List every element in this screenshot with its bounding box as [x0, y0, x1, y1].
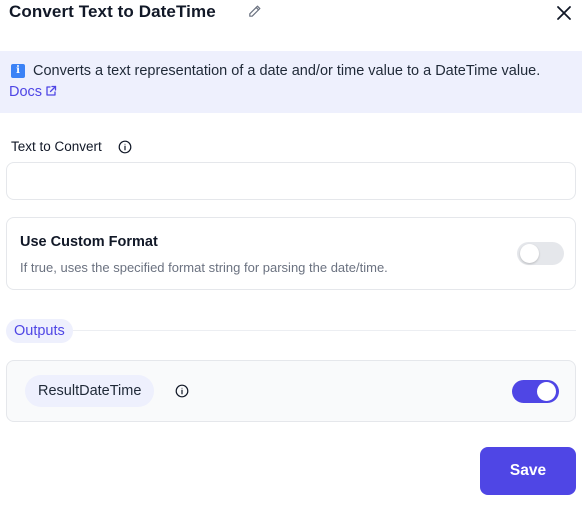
save-button[interactable]: Save — [480, 447, 576, 495]
output-item-card: ResultDateTime — [6, 360, 576, 422]
info-banner-text: Converts a text representation of a date… — [9, 61, 569, 103]
docs-link[interactable]: Docs — [9, 84, 57, 100]
custom-format-description: If true, uses the specified format strin… — [20, 260, 388, 275]
close-icon[interactable] — [555, 4, 573, 22]
text-to-convert-label: Text to Convert — [11, 139, 102, 154]
pencil-icon[interactable] — [247, 4, 262, 19]
info-description: Converts a text representation of a date… — [33, 63, 541, 79]
info-circle-icon[interactable] — [118, 140, 132, 154]
external-link-icon — [46, 85, 57, 96]
outputs-section-label: Outputs — [6, 319, 73, 343]
custom-format-card: Use Custom Format If true, uses the spec… — [6, 217, 576, 290]
output-variable-chip[interactable]: ResultDateTime — [25, 375, 155, 407]
docs-link-label: Docs — [9, 84, 43, 100]
toggle-knob — [520, 244, 539, 263]
toggle-knob — [537, 382, 556, 401]
text-to-convert-input[interactable] — [6, 162, 576, 200]
output-enabled-toggle[interactable] — [512, 380, 559, 403]
info-circle-icon[interactable] — [175, 384, 189, 398]
panel-header: Convert Text to DateTime — [0, 0, 582, 28]
outputs-divider — [6, 330, 576, 331]
custom-format-title: Use Custom Format — [20, 234, 158, 250]
custom-format-toggle[interactable] — [517, 242, 564, 265]
panel-title: Convert Text to DateTime — [9, 2, 216, 21]
